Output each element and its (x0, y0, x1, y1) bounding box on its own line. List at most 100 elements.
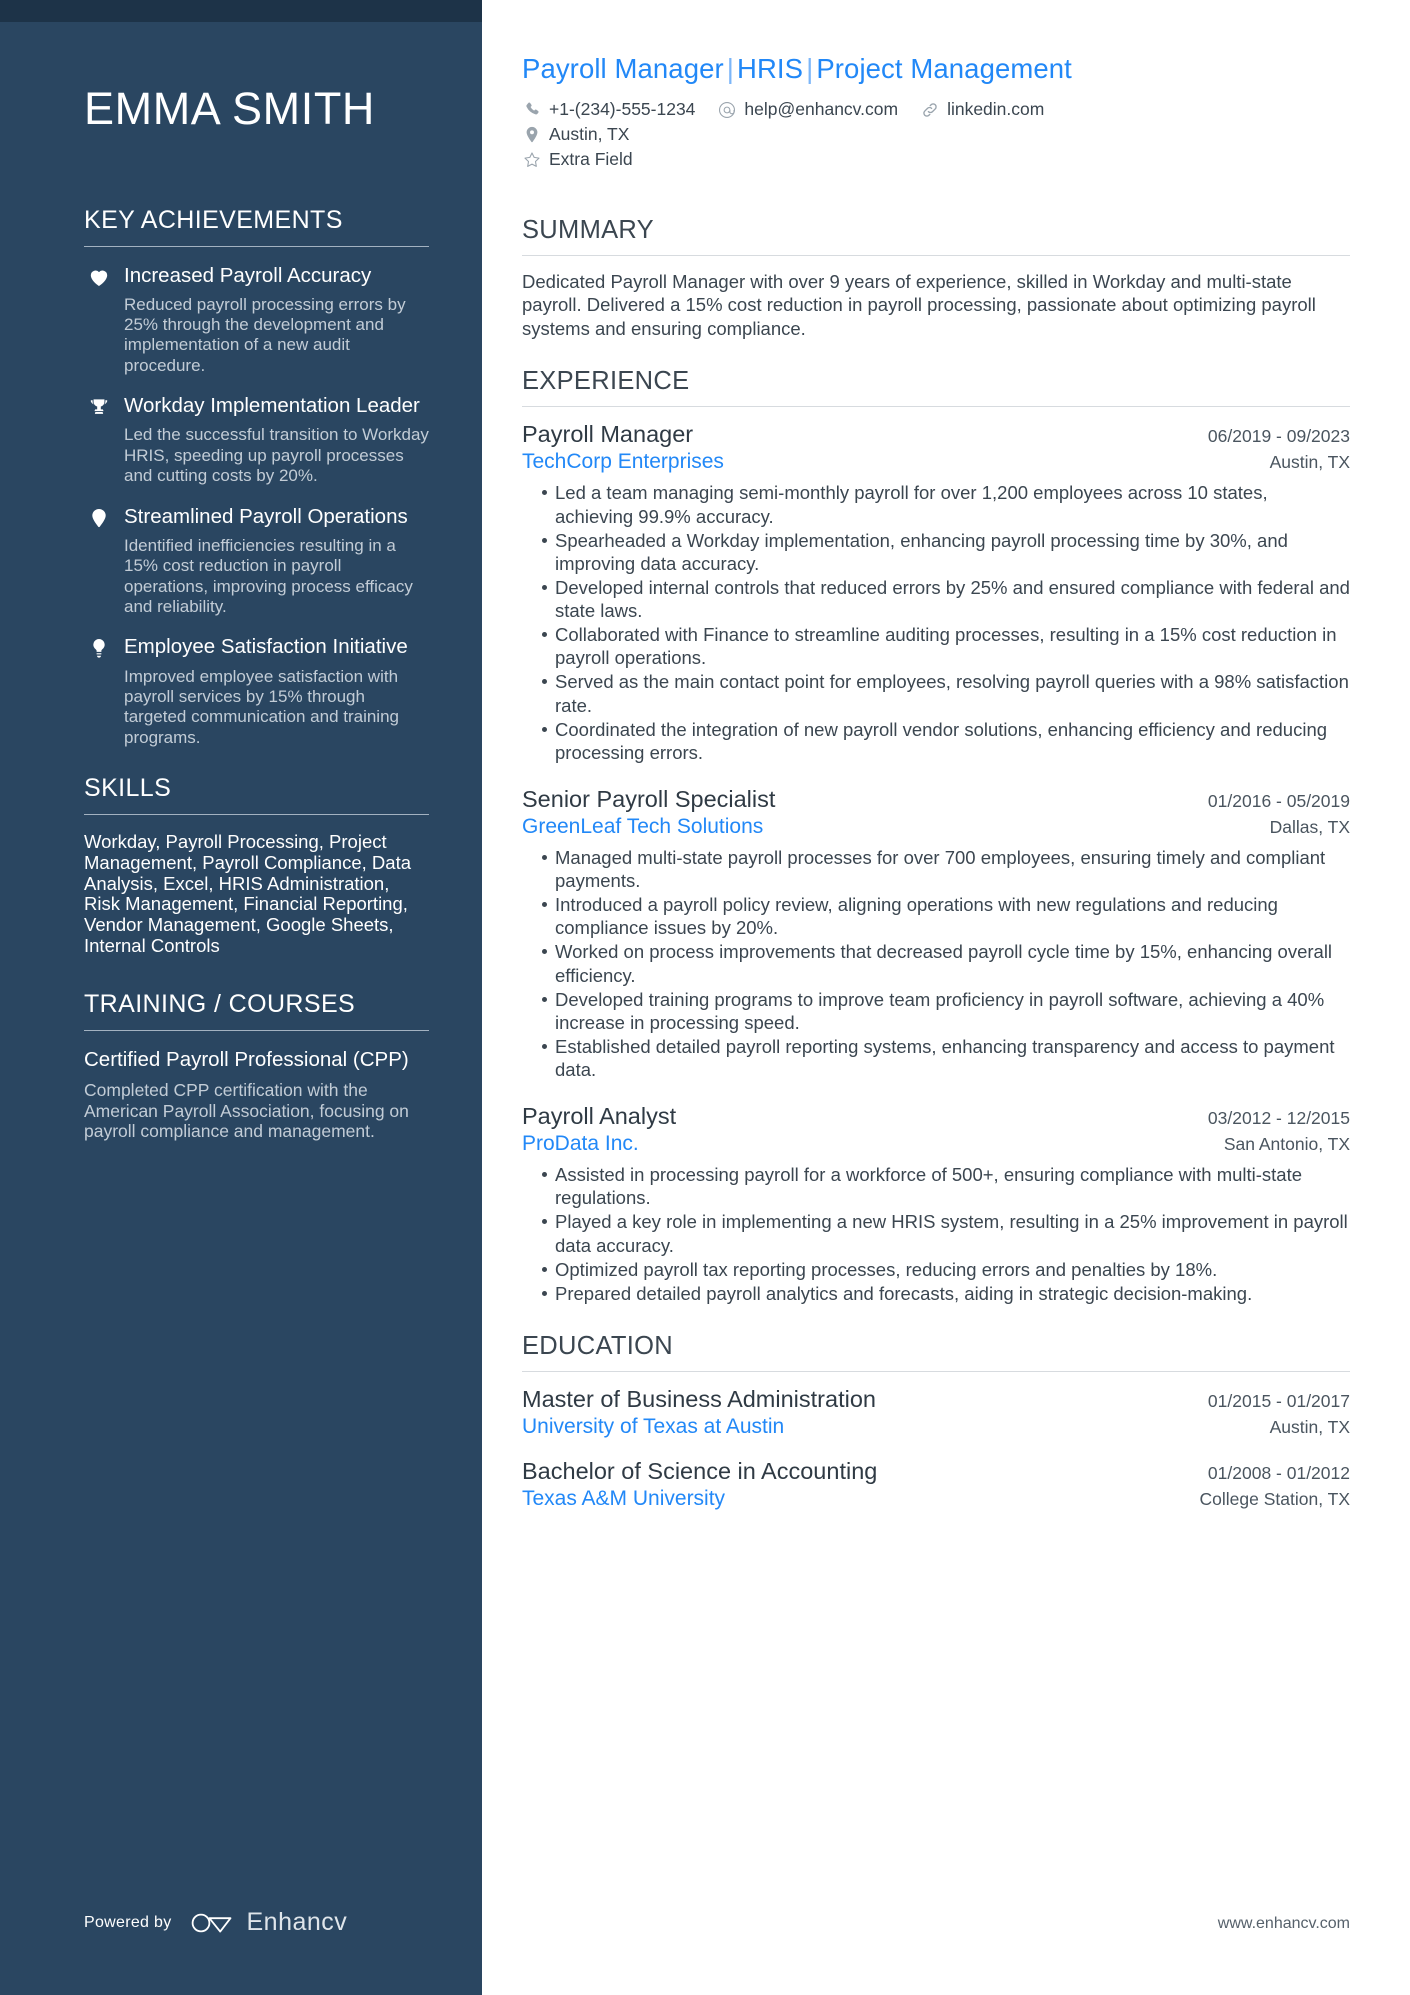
headline-part-2: HRIS (736, 53, 804, 84)
education-location: College Station, TX (1199, 1488, 1350, 1509)
headline: Payroll Manager | HRIS | Project Management (522, 53, 1350, 85)
section-training-courses: TRAINING / COURSES Certified Payroll Pro… (84, 990, 429, 1142)
job-title: Payroll Analyst (522, 1103, 677, 1130)
resume-page: EMMA SMITH KEY ACHIEVEMENTS Increased Pa… (0, 0, 1410, 1995)
training-heading: TRAINING / COURSES (84, 990, 356, 1019)
section-education: EDUCATION Master of Business Administrat… (522, 1332, 1350, 1511)
achievement-title: Employee Satisfaction Initiative (124, 635, 408, 659)
location-pin-icon (522, 125, 542, 145)
job-bullets: Led a team managing semi-monthly payroll… (522, 481, 1350, 764)
achievement-title: Workday Implementation Leader (124, 394, 420, 418)
job-company[interactable]: ProData Inc. (522, 1132, 639, 1156)
education-school[interactable]: University of Texas at Austin (522, 1415, 784, 1439)
contact-phone[interactable]: +1-(234)-555-1234 (522, 99, 695, 120)
contact-location: Austin, TX (522, 124, 629, 145)
job-location: Austin, TX (1269, 452, 1350, 473)
job-bullet: Assisted in processing payroll for a wor… (542, 1163, 1350, 1209)
job-bullet: Prepared detailed payroll analytics and … (542, 1282, 1350, 1305)
divider (522, 1370, 1350, 1372)
education-school[interactable]: Texas A&M University (522, 1487, 725, 1511)
contact-list: +1-(234)-555-1234 help@enhancv.com linke… (522, 99, 1182, 174)
star-icon (522, 150, 542, 170)
achievement-description: Identified inefficiencies resulting in a… (124, 535, 413, 616)
summary-text: Dedicated Payroll Manager with over 9 ye… (522, 271, 1316, 339)
sidebar: EMMA SMITH KEY ACHIEVEMENTS Increased Pa… (0, 0, 482, 1995)
achievement-description: Led the successful transition to Workday… (124, 425, 429, 486)
contact-linkedin[interactable]: linkedin.com (920, 99, 1044, 120)
education-degree: Master of Business Administration (522, 1385, 876, 1412)
achievement-title: Streamlined Payroll Operations (124, 504, 408, 528)
section-summary: SUMMARY Dedicated Payroll Manager with o… (522, 216, 1350, 340)
job-bullet: Collaborated with Finance to streamline … (542, 623, 1350, 669)
experience-item: Senior Payroll Specialist 01/2016 - 05/2… (522, 786, 1350, 1081)
experience-heading: EXPERIENCE (522, 367, 690, 396)
contact-location-value: Austin, TX (549, 124, 630, 144)
contact-linkedin-value: linkedin.com (947, 99, 1045, 119)
summary-heading: SUMMARY (522, 216, 654, 244)
headline-separator: | (806, 53, 814, 84)
experience-item: Payroll Manager 06/2019 - 09/2023 TechCo… (522, 421, 1350, 764)
job-bullet: Managed multi-state payroll processes fo… (542, 846, 1350, 892)
skills-heading: SKILLS (84, 774, 172, 803)
job-location: Dallas, TX (1269, 816, 1350, 837)
candidate-name: EMMA SMITH (84, 83, 376, 134)
map-pin-icon (84, 505, 114, 529)
job-dates: 06/2019 - 09/2023 (1207, 426, 1350, 447)
phone-icon (522, 100, 542, 120)
education-degree: Bachelor of Science in Accounting (522, 1457, 878, 1484)
job-bullet: Led a team managing semi-monthly payroll… (542, 481, 1350, 527)
achievement-description: Improved employee satisfaction with payr… (124, 666, 399, 747)
job-location: San Antonio, TX (1223, 1134, 1350, 1155)
divider (84, 245, 429, 247)
achievement-title: Increased Payroll Accuracy (124, 263, 372, 287)
headline-part-1: Payroll Manager (522, 53, 724, 84)
contact-extra-field-value: Extra Field (549, 149, 633, 169)
job-title: Payroll Manager (522, 421, 694, 448)
job-bullet: Developed internal controls that reduced… (542, 576, 1350, 622)
job-bullet: Developed training programs to improve t… (542, 988, 1350, 1034)
footer-website[interactable]: www.enhancv.com (1218, 1915, 1350, 1933)
section-skills: SKILLS Workday, Payroll Processing, Proj… (84, 774, 429, 956)
job-bullets: Managed multi-state payroll processes fo… (522, 846, 1350, 1081)
skills-list: Workday, Payroll Processing, Project Man… (84, 831, 411, 956)
achievement-item: Streamlined Payroll Operations Identifie… (84, 505, 429, 618)
job-bullet: Optimized payroll tax reporting processe… (542, 1258, 1350, 1281)
job-company[interactable]: GreenLeaf Tech Solutions (522, 815, 763, 839)
section-experience: EXPERIENCE Payroll Manager 06/2019 - 09/… (522, 367, 1350, 1305)
sidebar-footer: Powered by Enhancv (84, 1908, 347, 1937)
section-key-achievements: KEY ACHIEVEMENTS Increased Payroll Accur… (84, 206, 429, 749)
education-item: Master of Business Administration 01/201… (522, 1386, 1350, 1439)
education-dates: 01/2015 - 01/2017 (1207, 1390, 1350, 1411)
training-description: Completed CPP certification with the Ame… (84, 1080, 409, 1142)
job-company[interactable]: TechCorp Enterprises (522, 450, 724, 474)
education-location: Austin, TX (1269, 1416, 1350, 1437)
divider (522, 406, 1350, 408)
education-heading: EDUCATION (522, 1331, 673, 1360)
key-achievements-heading: KEY ACHIEVEMENTS (84, 205, 343, 234)
job-bullet: Worked on process improvements that decr… (542, 940, 1350, 986)
trophy-icon (84, 394, 114, 418)
at-icon (717, 100, 737, 120)
headline-part-3: Project Management (816, 53, 1072, 84)
job-bullet: Spearheaded a Workday implementation, en… (542, 529, 1350, 575)
education-dates: 01/2008 - 01/2012 (1207, 1462, 1350, 1483)
contact-extra-field: Extra Field (522, 149, 1160, 170)
achievement-description: Reduced payroll processing errors by 25%… (124, 294, 406, 375)
job-bullet: Served as the main contact point for emp… (542, 670, 1350, 716)
job-dates: 03/2012 - 12/2015 (1207, 1108, 1350, 1129)
achievement-item: Increased Payroll Accuracy Reduced payro… (84, 264, 429, 377)
contact-email[interactable]: help@enhancv.com (717, 99, 898, 120)
job-dates: 01/2016 - 05/2019 (1207, 790, 1350, 811)
sidebar-top-bar (0, 0, 482, 22)
experience-item: Payroll Analyst 03/2012 - 12/2015 ProDat… (522, 1103, 1350, 1305)
powered-by-label: Powered by (84, 1913, 172, 1931)
job-bullet: Played a key role in implementing a new … (542, 1210, 1350, 1256)
job-bullets: Assisted in processing payroll for a wor… (522, 1163, 1350, 1305)
achievement-item: Workday Implementation Leader Led the su… (84, 394, 429, 486)
contact-email-value: help@enhancv.com (744, 99, 899, 119)
lightbulb-icon (84, 635, 114, 659)
main-content: Payroll Manager | HRIS | Project Management … (482, 0, 1410, 1995)
education-item: Bachelor of Science in Accounting 01/200… (522, 1458, 1350, 1511)
job-bullet: Coordinated the integration of new payro… (542, 718, 1350, 764)
job-bullet: Established detailed payroll reporting s… (542, 1035, 1350, 1081)
